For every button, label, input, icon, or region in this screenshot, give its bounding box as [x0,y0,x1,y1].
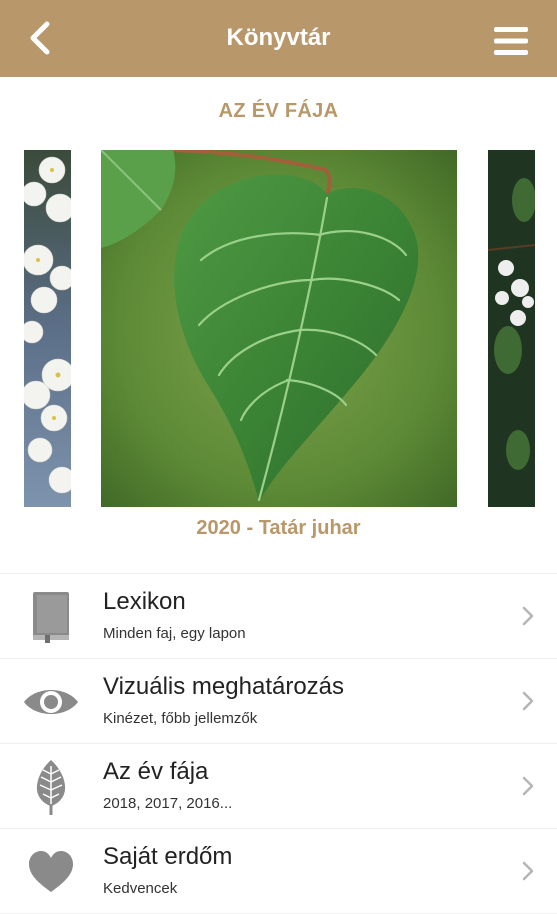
menu-item-tree-of-year[interactable]: Az év fája 2018, 2017, 2016... [0,744,557,829]
menu-item-label: Saját erdőm [103,843,233,870]
leaf-icon [22,758,80,816]
chevron-right-icon [522,861,534,881]
menu-item-label: Lexikon [103,588,186,615]
menu-item-label: Vizuális meghatározás [103,673,345,700]
menu-item-subtitle: 2018, 2017, 2016... [103,795,233,812]
menu-item-subtitle: Kinézet, főbb jellemzők [103,710,258,727]
top-bar: Könyvtár [0,0,557,77]
blossom-branch-image [488,150,535,507]
chevron-right-icon [522,691,534,711]
leaf-photo-image [101,150,457,507]
hamburger-menu-icon [494,27,528,55]
chevron-right-icon [522,776,534,796]
menu-item-my-forest[interactable]: Saját erdőm Kedvencek [0,829,557,914]
eye-icon [22,673,80,731]
menu-item-subtitle: Kedvencek [103,880,178,897]
menu-item-visual-identification[interactable]: Vizuális meghatározás Kinézet, főbb jell… [0,659,557,744]
heart-icon [22,843,80,901]
tree-of-year-caption: 2020 - Tatár juhar [196,517,361,539]
blossom-image [24,150,71,507]
carousel-card-next[interactable] [488,150,535,507]
menu-item-lexikon[interactable]: Lexikon Minden faj, egy lapon [0,574,557,659]
book-icon [22,588,80,646]
library-menu-list: Lexikon Minden faj, egy lapon Vizuális m… [0,573,557,914]
chevron-right-icon [522,606,534,626]
section-title: AZ ÉV FÁJA [218,100,339,122]
carousel-card-previous[interactable] [24,150,71,507]
menu-item-subtitle: Minden faj, egy lapon [103,625,246,642]
tree-of-year-carousel[interactable] [0,150,557,508]
menu-item-label: Az év fája [103,758,209,785]
menu-button[interactable] [492,24,530,58]
carousel-card-current[interactable] [101,150,457,507]
page-title: Könyvtár [226,24,331,51]
